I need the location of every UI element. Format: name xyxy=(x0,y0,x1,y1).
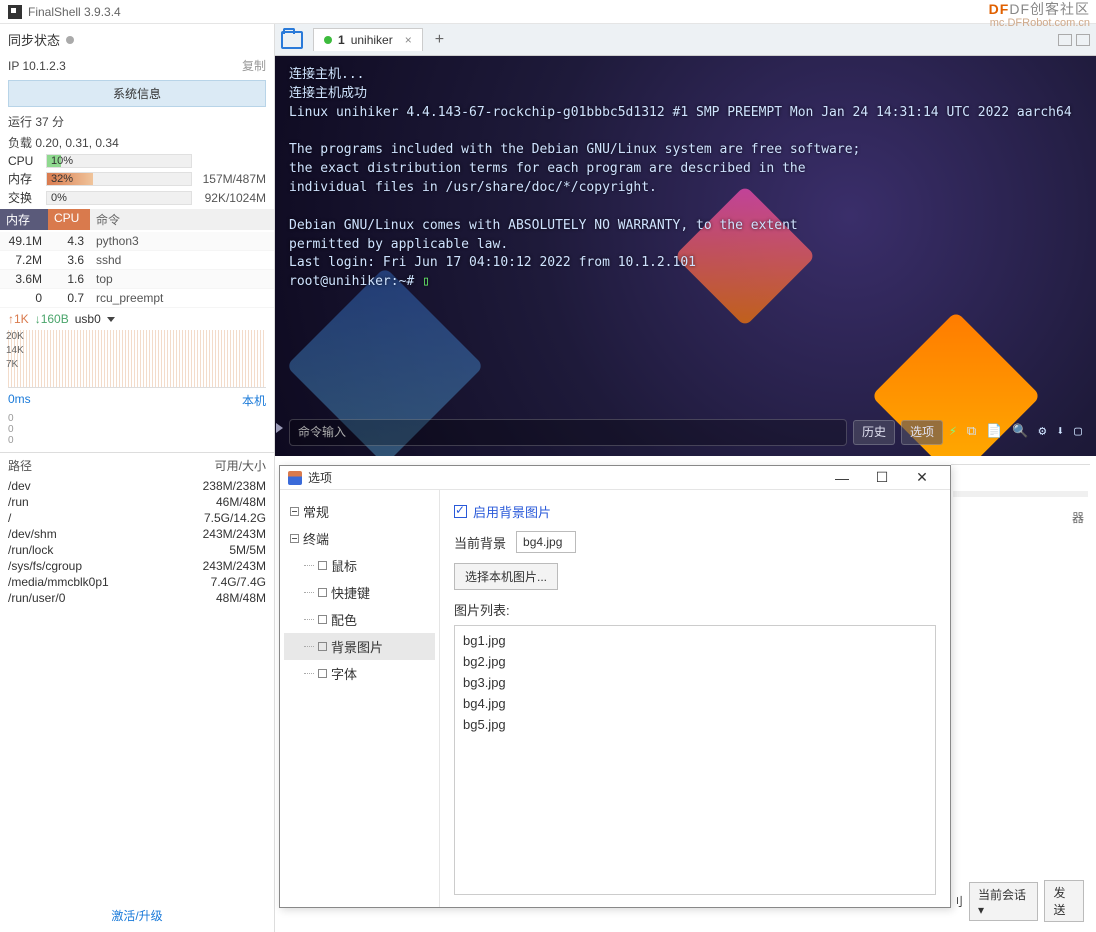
activate-link[interactable]: 激活/升级 xyxy=(0,899,274,932)
cpu-label: CPU xyxy=(8,154,42,168)
layout-icon[interactable] xyxy=(1058,34,1072,46)
app-title: FinalShell 3.9.3.4 xyxy=(28,5,121,19)
fullscreen-icon[interactable]: ▢ xyxy=(1074,423,1082,442)
enable-bg-checkbox[interactable]: 启用背景图片 xyxy=(454,502,936,521)
image-list-item[interactable]: bg5.jpg xyxy=(461,714,929,735)
proc-row[interactable]: 7.2M3.6sshd xyxy=(0,251,274,270)
net-down: ↓160B xyxy=(35,312,69,326)
image-list-label: 图片列表: xyxy=(454,600,936,619)
current-bg-label: 当前背景 xyxy=(454,533,506,552)
path-row[interactable]: /run/user/048M/48M xyxy=(0,590,274,606)
path-row[interactable]: /sys/fs/cgroup243M/243M xyxy=(0,558,274,574)
terminal[interactable]: 连接主机... 连接主机成功 Linux unihiker 4.4.143-67… xyxy=(275,56,1096,456)
proc-row[interactable]: 3.6M1.6top xyxy=(0,270,274,289)
cpu-bar: 10% xyxy=(46,154,192,168)
bottom-strip: 器 刂 当前会话 ▾ 发送 xyxy=(951,464,1090,926)
options-dialog: 选项 — ☐ ✕ 常规 终端 鼠标 快捷键 配色 背景图片 字体 启用背景图片 … xyxy=(279,465,951,908)
java-icon xyxy=(288,471,302,485)
sync-label: 同步状态 xyxy=(8,30,60,49)
path-row[interactable]: /dev/shm243M/243M xyxy=(0,526,274,542)
net-up: ↑1K xyxy=(8,312,29,326)
tab-close-icon[interactable]: × xyxy=(405,33,412,47)
download-icon[interactable]: ⬇ xyxy=(1056,423,1064,442)
current-bg-value[interactable]: bg4.jpg xyxy=(516,531,576,553)
dropdown-icon[interactable] xyxy=(107,317,115,322)
mem-label: 内存 xyxy=(8,170,42,187)
sync-dot-icon xyxy=(66,36,74,44)
proc-header: 内存 CPU 命令 xyxy=(0,207,274,232)
app-icon xyxy=(8,5,22,19)
close-button[interactable]: ✕ xyxy=(902,469,942,486)
path-row[interactable]: /dev238M/238M xyxy=(0,478,274,494)
proc-row[interactable]: 00.7rcu_preempt xyxy=(0,289,274,308)
image-list[interactable]: bg1.jpgbg2.jpgbg3.jpgbg4.jpgbg5.jpg xyxy=(454,625,936,895)
runtime-text: 运行 37 分 xyxy=(8,113,64,130)
folder-icon[interactable] xyxy=(281,31,303,49)
options-button[interactable]: 选项 xyxy=(901,420,943,445)
send-button[interactable]: 发送 xyxy=(1044,880,1084,922)
mem-bar: 32% xyxy=(46,172,192,186)
minimize-button[interactable]: — xyxy=(822,470,862,486)
copy-icon[interactable]: ⧉ xyxy=(967,423,976,442)
path-row[interactable]: /run46M/48M xyxy=(0,494,274,510)
dialog-title: 选项 xyxy=(308,469,822,486)
sysinfo-button[interactable]: 系统信息 xyxy=(8,80,266,107)
watermark: DFDF创客社区 mc.DFRobot.com.cn xyxy=(989,2,1090,29)
bolt-icon[interactable]: ⚡ xyxy=(949,423,957,442)
latency-host[interactable]: 本机 xyxy=(242,392,266,409)
paste-icon[interactable]: 📄 xyxy=(986,423,1002,442)
swap-label: 交换 xyxy=(8,189,42,206)
swap-bar: 0% xyxy=(46,191,192,205)
tab-unihiker[interactable]: 1 unihiker × xyxy=(313,28,423,51)
ip-text: IP 10.1.2.3 xyxy=(8,59,66,73)
options-tree[interactable]: 常规 终端 鼠标 快捷键 配色 背景图片 字体 xyxy=(280,490,440,907)
path-row[interactable]: /media/mmcblk0p17.4G/7.4G xyxy=(0,574,274,590)
layout2-icon[interactable] xyxy=(1076,34,1090,46)
net-chart xyxy=(8,330,266,388)
session-button[interactable]: 当前会话 ▾ xyxy=(969,882,1038,921)
net-iface[interactable]: usb0 xyxy=(75,312,101,326)
image-list-item[interactable]: bg2.jpg xyxy=(461,651,929,672)
maximize-button[interactable]: ☐ xyxy=(862,469,902,486)
history-button[interactable]: 历史 xyxy=(853,420,895,445)
image-list-item[interactable]: bg4.jpg xyxy=(461,693,929,714)
copy-link[interactable]: 复制 xyxy=(242,57,266,74)
proc-row[interactable]: 49.1M4.3python3 xyxy=(0,232,274,251)
status-dot-icon xyxy=(324,36,332,44)
latency-val: 0ms xyxy=(8,392,31,409)
tab-add-button[interactable]: + xyxy=(425,27,454,53)
load-text: 负载 0.20, 0.31, 0.34 xyxy=(8,134,119,151)
choose-image-button[interactable]: 选择本机图片... xyxy=(454,563,558,590)
image-list-item[interactable]: bg1.jpg xyxy=(461,630,929,651)
gear-icon[interactable]: ⚙ xyxy=(1039,423,1047,442)
image-list-item[interactable]: bg3.jpg xyxy=(461,672,929,693)
path-row[interactable]: /run/lock5M/5M xyxy=(0,542,274,558)
path-row[interactable]: /7.5G/14.2G xyxy=(0,510,274,526)
command-input[interactable]: 命令输入 xyxy=(289,419,847,446)
search-icon[interactable]: 🔍 xyxy=(1012,423,1028,442)
tree-bgimage: 背景图片 xyxy=(284,633,435,660)
